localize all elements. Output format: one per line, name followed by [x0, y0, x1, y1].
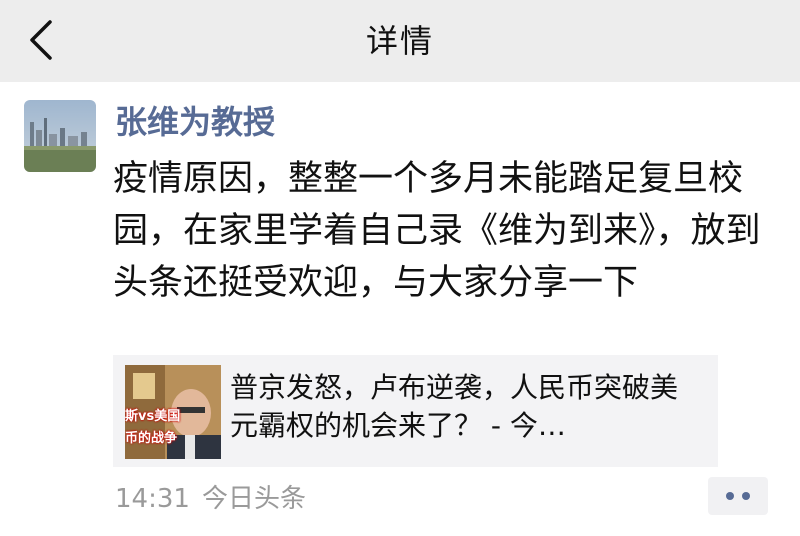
- back-button[interactable]: [22, 18, 62, 62]
- shared-link-thumbnail: 斯vs美国 币的战争: [125, 365, 221, 459]
- post-time: 14:31: [115, 484, 190, 514]
- author-avatar[interactable]: [24, 100, 96, 172]
- avatar-image: [24, 100, 96, 172]
- top-navigation-bar: 详情: [0, 0, 800, 82]
- post-text: 疫情原因，整整一个多月未能踏足复旦校园，在家里学着自己录《维为到来》，放到头条还…: [113, 159, 761, 303]
- shared-link-card[interactable]: 斯vs美国 币的战争 普京发怒，卢布逆袭，人民币突破美元霸权的机会来了？ - 今…: [113, 355, 718, 467]
- chevron-left-icon: [30, 20, 52, 60]
- post-source[interactable]: 今日头条: [202, 484, 306, 514]
- page-title: 详情: [365, 22, 434, 60]
- shared-link-title: 普京发怒，卢布逆袭，人民币突破美元霸权的机会来了？ - 今…: [230, 371, 679, 442]
- thumbnail-caption-bottom: 币的战争: [125, 431, 178, 446]
- post-meta: 14:31 今日头条: [115, 482, 306, 516]
- more-actions-button[interactable]: [708, 477, 768, 515]
- thumbnail-caption-top: 斯vs美国: [125, 409, 181, 424]
- author-name[interactable]: 张维为教授: [115, 102, 275, 142]
